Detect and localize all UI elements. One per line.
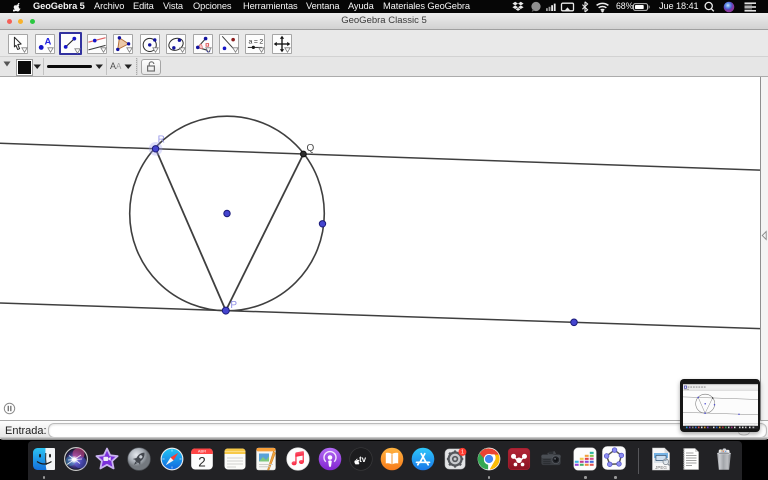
svg-text:2: 2 — [198, 455, 206, 470]
svg-text:JPEG: JPEG — [655, 465, 667, 470]
svg-text:P: P — [230, 300, 237, 311]
svg-text:R: R — [158, 134, 165, 145]
svg-text:a = 2: a = 2 — [249, 38, 264, 45]
svg-text:A: A — [44, 36, 51, 47]
svg-text:1: 1 — [461, 450, 464, 456]
svg-text:tv: tv — [359, 455, 367, 464]
svg-text:Q: Q — [307, 143, 315, 154]
svg-text:ABR: ABR — [198, 449, 206, 454]
